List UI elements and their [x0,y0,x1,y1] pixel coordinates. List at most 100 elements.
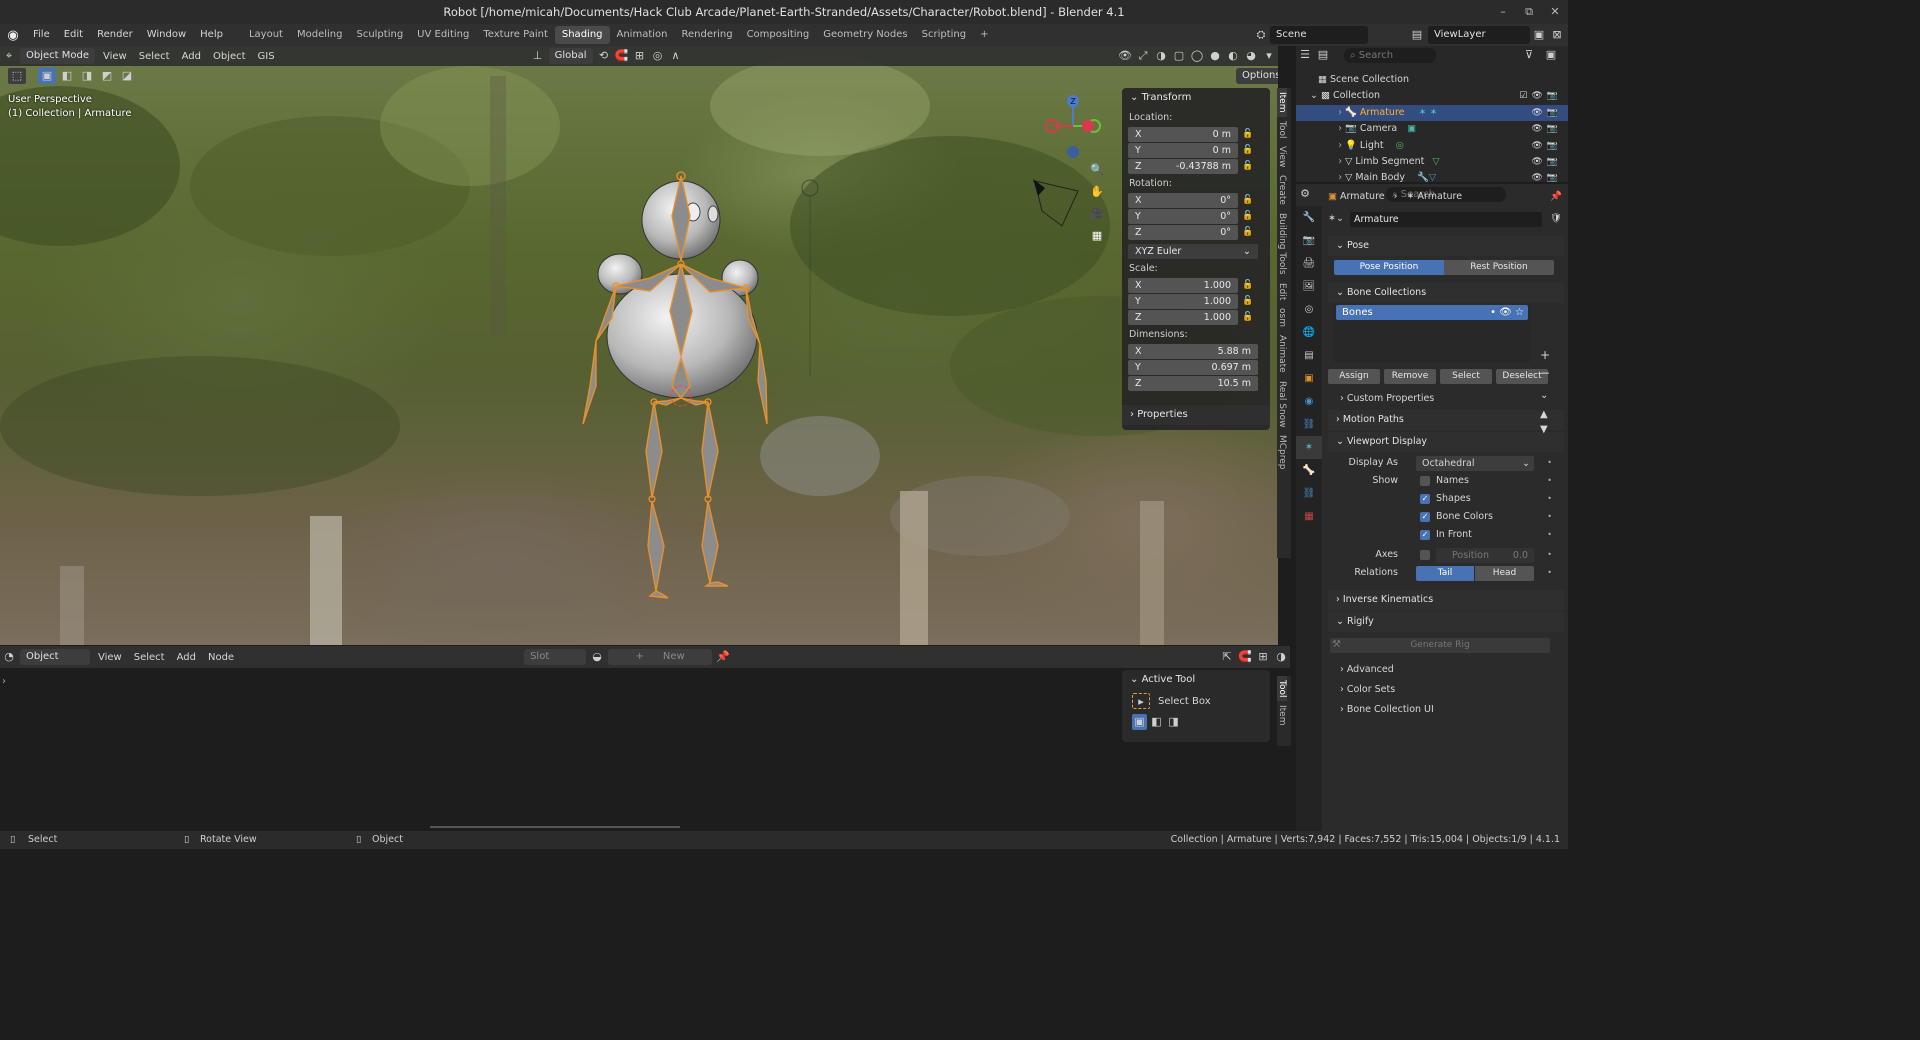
horizontal-scrollbar[interactable] [430,826,680,828]
xray-icon[interactable]: ▢ [1170,48,1188,64]
tab-shading[interactable]: Shading [554,26,610,44]
shader-menu-add[interactable]: Add [171,652,202,663]
axes-checkbox[interactable] [1420,546,1436,564]
keyframe-dot-icon[interactable]: • [1547,454,1552,472]
in-front-checkbox[interactable]: ✓ In Front [1420,526,1472,544]
pin-icon[interactable]: 📌 [714,649,732,665]
menu-render[interactable]: Render [90,24,140,46]
active-tool-header[interactable]: ⌄ Active Tool [1122,670,1270,690]
shader-menu-node[interactable]: Node [202,652,240,663]
snap-node-mode-icon[interactable]: ⊞ [1254,649,1272,665]
motion-paths-header[interactable]: › Motion Paths [1328,410,1564,430]
inverse-kinematics-header[interactable]: › Inverse Kinematics [1328,590,1564,610]
generate-rig-button[interactable]: Generate Rig [1330,638,1550,653]
tab-mcprep[interactable]: MCprep [1277,431,1287,474]
physics-tab-icon[interactable]: ◉ [1296,390,1322,413]
viewport-menu-object[interactable]: Object [207,51,252,62]
constraints-tab-icon[interactable]: ⛓ [1296,413,1322,436]
properties-subpanel-header[interactable]: › Properties [1122,405,1270,425]
tab-sculpting[interactable]: Sculpting [349,26,410,44]
new-view-layer-icon[interactable]: ▣ [1530,27,1548,43]
outliner-scene-collection[interactable]: ▦ Scene Collection [1296,72,1568,88]
editor-type-icon[interactable]: ⌖ [0,48,18,64]
tab-building-tools[interactable]: Building Tools [1277,209,1287,279]
shader-node-canvas[interactable]: › ⌄ Active Tool ▸ Select Box ▣ ◧ ◨ Tool … [0,668,1291,830]
output-tab-icon[interactable]: 🖨 [1296,252,1322,275]
navigation-gizmo[interactable]: Z [1040,92,1110,162]
blender-logo-icon[interactable]: ◉ [0,28,26,43]
tab-rendering[interactable]: Rendering [674,26,739,44]
shader-object-dropdown[interactable]: Object [20,649,90,665]
tab-edit[interactable]: Edit [1277,279,1287,304]
add-workspace-icon[interactable]: + [973,26,995,44]
item-visibility-icons[interactable]: 👁📷 [1531,154,1562,170]
lock-icon[interactable]: 🔓 [1238,211,1258,221]
collection-tab-icon[interactable]: ▤ [1296,344,1322,367]
move-up-icon[interactable]: ▲ [1540,409,1550,420]
view-layer-selector[interactable]: ViewLayer [1428,26,1530,44]
maximize-icon[interactable]: ⧉ [1516,0,1542,24]
node-overlay-icon[interactable]: ◑ [1272,649,1290,665]
advanced-header[interactable]: › Advanced [1324,661,1568,679]
minimize-icon[interactable]: – [1490,0,1516,24]
filter-icon[interactable]: ⊽ [1520,47,1538,63]
location-x-field[interactable]: X 0 m [1128,126,1238,142]
pose-section-header[interactable]: ⌄ Pose [1328,236,1564,256]
location-z-field[interactable]: Z -0.43788 m [1128,158,1238,174]
shader-menu-view[interactable]: View [92,652,128,663]
rest-position-button[interactable]: Rest Position [1444,260,1554,275]
select-box-icon[interactable]: ▸ [1132,693,1150,709]
viewport-menu-select[interactable]: Select [133,51,176,62]
shader-tab-item[interactable]: Item [1277,701,1287,730]
item-visibility-icons[interactable]: 👁📷 [1531,105,1562,121]
scale-x-field[interactable]: X 1.000 [1128,277,1238,293]
remove-button[interactable]: Remove [1384,369,1436,384]
bone-collections-section-header[interactable]: ⌄ Bone Collections [1328,283,1564,303]
tab-uv-editing[interactable]: UV Editing [410,26,476,44]
shading-rendered-icon[interactable]: ◕ [1242,48,1260,64]
pose-position-button[interactable]: Pose Position [1334,260,1444,275]
lock-icon[interactable]: 🔓 [1238,296,1258,306]
pivot-icon[interactable]: ⟲ [595,48,613,64]
relations-tail-button[interactable]: Tail [1416,566,1474,581]
select-extend-icon[interactable]: ◧ [58,68,76,84]
transform-header[interactable]: ⌄ Transform [1122,88,1270,108]
outliner-item-armature[interactable]: › 🦴 Armature ✶ ✶ 👁📷 [1296,104,1568,122]
remove-view-layer-icon[interactable]: ⊠ [1548,27,1566,43]
move-down-icon[interactable]: ▼ [1540,424,1550,435]
bone-colors-checkbox[interactable]: ✓ Bone Colors [1420,508,1493,526]
scale-z-field[interactable]: Z 1.000 [1128,309,1238,325]
select-tool-icon[interactable]: ⬚ [8,68,26,84]
viewport-display-header[interactable]: ⌄ Viewport Display [1328,432,1564,452]
render-tab-icon[interactable]: 📷 [1296,229,1322,252]
scale-y-field[interactable]: Y 1.000 [1128,293,1238,309]
slot-dropdown[interactable]: Slot [524,649,587,665]
ortho-grid-icon[interactable]: ▦ [1088,228,1106,244]
rotation-z-field[interactable]: Z 0° [1128,224,1238,240]
scene-selector[interactable]: Scene [1270,26,1368,44]
bone-collection-ui-header[interactable]: › Bone Collection UI [1324,701,1568,719]
select-intersect-icon[interactable]: ◪ [118,68,136,84]
tab-animate[interactable]: Animate [1277,331,1287,377]
keyframe-dot-icon[interactable]: • [1547,546,1552,564]
tool-tab-icon[interactable]: 🔧 [1296,206,1322,229]
color-sets-header[interactable]: › Color Sets [1324,681,1568,699]
outliner-collection[interactable]: ⌄ ▩ Collection ☑👁📷 [1296,88,1568,104]
tab-view[interactable]: View [1277,142,1287,171]
rotation-y-field[interactable]: Y 0° [1128,208,1238,224]
shader-tab-tool[interactable]: Tool [1277,676,1287,702]
material-sphere-icon[interactable]: ◒ [588,649,606,665]
lock-icon[interactable]: 🔓 [1238,280,1258,290]
shading-options-icon[interactable]: ▾ [1260,48,1278,64]
collapse-toolbar-icon[interactable]: › [2,676,6,687]
armature-name-field[interactable]: Armature [1350,212,1542,227]
tab-scripting[interactable]: Scripting [915,26,973,44]
keyframe-dot-icon[interactable]: • [1547,490,1552,508]
dimensions-y-field[interactable]: Y 0.697 m [1128,359,1258,375]
menu-help[interactable]: Help [193,24,230,46]
keyframe-dot-icon[interactable]: • [1547,472,1552,490]
select-extend-icon[interactable]: ◧ [1149,714,1164,730]
properties-editor-icon[interactable]: ⚙ [1296,186,1314,202]
rotation-mode-dropdown[interactable]: XYZ Euler ⌄ [1128,243,1258,259]
keyframe-dot-icon[interactable]: • [1547,564,1552,582]
